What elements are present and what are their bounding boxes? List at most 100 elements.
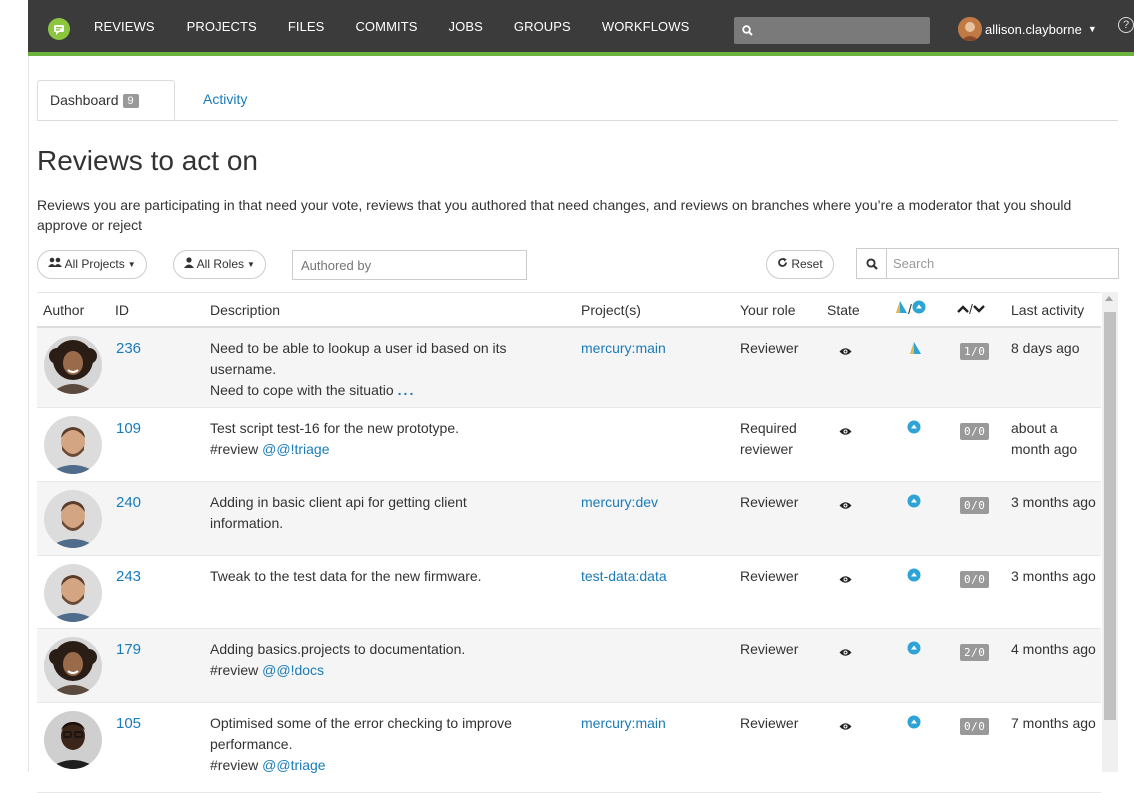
project-link[interactable]: mercury:main xyxy=(581,338,666,359)
project-link[interactable]: test-data:data xyxy=(581,566,667,587)
review-id-link[interactable]: 236 xyxy=(116,338,141,359)
mention-link[interactable]: @@!triage xyxy=(262,441,329,457)
table-row[interactable]: 240 Adding in basic client api for getti… xyxy=(37,482,1101,556)
table-row[interactable]: 109 Test script test-16 for the new prot… xyxy=(37,408,1101,482)
arrow-up-circle-icon[interactable] xyxy=(907,419,921,440)
authored-by-input[interactable] xyxy=(292,250,527,280)
col-last-activity[interactable]: Last activity xyxy=(1011,302,1084,318)
chevron-down-icon: ▼ xyxy=(247,260,255,269)
last-activity-text: 3 months ago xyxy=(1011,494,1096,510)
global-search-input[interactable] xyxy=(734,17,930,44)
users-icon xyxy=(48,257,62,267)
top-navbar: REVIEWS PROJECTS FILES COMMITS JOBS GROU… xyxy=(28,0,1134,56)
arrow-up-circle-icon[interactable] xyxy=(907,493,921,514)
vote-count-badge: 0/0 xyxy=(960,568,990,589)
mention-link[interactable]: @@triage xyxy=(262,757,325,773)
vote-count-badge: 1/0 xyxy=(960,340,990,361)
project-link[interactable]: mercury:main xyxy=(581,713,666,734)
review-id-link[interactable]: 240 xyxy=(116,492,141,513)
avatar[interactable] xyxy=(44,336,102,394)
avatar[interactable] xyxy=(44,564,102,622)
eye-icon xyxy=(839,495,852,516)
avatar[interactable] xyxy=(44,416,102,474)
arrow-up-circle-icon[interactable] xyxy=(907,567,921,588)
project-link[interactable]: mercury:dev xyxy=(581,492,658,513)
table-row[interactable]: 236 Need to be able to lookup a user id … xyxy=(37,328,1101,408)
flag-partial-icon xyxy=(896,301,907,313)
roles-filter-button[interactable]: All Roles ▼ xyxy=(173,250,266,279)
review-description[interactable]: Need to be able to lookup a user id base… xyxy=(210,338,570,401)
expand-description-link[interactable]: ... xyxy=(398,382,416,398)
avatar[interactable] xyxy=(44,711,102,769)
col-projects[interactable]: Project(s) xyxy=(581,302,641,318)
nav-projects[interactable]: PROJECTS xyxy=(187,19,257,34)
reset-label: Reset xyxy=(791,257,823,271)
avatar xyxy=(958,17,982,41)
search-input[interactable] xyxy=(887,249,1124,278)
col-state[interactable]: State xyxy=(827,302,860,318)
arrow-up-circle-icon[interactable] xyxy=(907,714,921,735)
table-header: Author ID Description Project(s) Your ro… xyxy=(37,292,1101,328)
avatar[interactable] xyxy=(44,490,102,548)
role-text: Reviewer xyxy=(740,715,799,731)
table-row[interactable]: 105 Optimised some of the error checking… xyxy=(37,703,1101,793)
role-text: Reviewer xyxy=(740,340,799,356)
table-row[interactable]: 179 Adding basics.projects to documentat… xyxy=(37,629,1101,703)
projects-filter-button[interactable]: All Projects ▼ xyxy=(37,250,147,279)
tab-dashboard[interactable]: Dashboard 9 xyxy=(37,80,175,120)
review-description[interactable]: Optimised some of the error checking to … xyxy=(210,713,570,776)
nav-workflows[interactable]: WORKFLOWS xyxy=(602,19,690,34)
col-description[interactable]: Description xyxy=(210,302,280,318)
avatar[interactable] xyxy=(44,637,102,695)
col-author[interactable]: Author xyxy=(43,302,84,318)
nav-reviews[interactable]: REVIEWS xyxy=(94,19,155,34)
nav-jobs[interactable]: JOBS xyxy=(449,19,483,34)
nav-commits[interactable]: COMMITS xyxy=(355,19,417,34)
review-description[interactable]: Adding in basic client api for getting c… xyxy=(210,492,570,534)
reset-button[interactable]: Reset xyxy=(766,250,834,279)
username: allison.clayborne xyxy=(985,21,1082,37)
tab-activity[interactable]: Activity xyxy=(191,80,259,120)
chevron-down-icon xyxy=(973,305,985,313)
nav-groups[interactable]: GROUPS xyxy=(514,19,571,34)
vote-count-badge: 0/0 xyxy=(960,715,990,736)
tab-bar: Dashboard 9 Activity xyxy=(37,80,1118,121)
review-id-link[interactable]: 179 xyxy=(116,639,141,660)
role-text: Required reviewer xyxy=(740,420,797,457)
review-description[interactable]: Test script test-16 for the new prototyp… xyxy=(210,418,570,460)
help-icon[interactable]: ? xyxy=(1118,17,1134,33)
nav-files[interactable]: FILES xyxy=(288,19,325,34)
col-your-role[interactable]: Your role xyxy=(740,302,796,318)
main-nav: REVIEWS PROJECTS FILES COMMITS JOBS GROU… xyxy=(94,0,720,52)
mention-link[interactable]: @@!docs xyxy=(262,662,324,678)
last-activity-text: 7 months ago xyxy=(1011,715,1096,731)
eye-icon xyxy=(839,716,852,737)
vote-count-badge: 0/0 xyxy=(960,494,990,515)
eye-icon xyxy=(839,642,852,663)
review-id-link[interactable]: 243 xyxy=(116,566,141,587)
col-id[interactable]: ID xyxy=(115,302,129,318)
last-activity-text: about a month ago xyxy=(1011,420,1078,457)
search-icon[interactable] xyxy=(857,249,887,278)
table-row[interactable]: 243 Tweak to the test data for the new f… xyxy=(37,556,1101,629)
eye-icon xyxy=(839,341,852,362)
scrollbar-thumb[interactable] xyxy=(1104,312,1116,720)
flag-partial-icon[interactable] xyxy=(908,340,922,361)
arrow-up-circle-icon[interactable] xyxy=(907,640,921,661)
review-description[interactable]: Tweak to the test data for the new firmw… xyxy=(210,566,570,587)
role-text: Reviewer xyxy=(740,494,799,510)
page-title: Reviews to act on xyxy=(37,145,258,176)
user-menu[interactable]: allison.clayborne ▼ xyxy=(958,17,1097,41)
last-activity-text: 4 months ago xyxy=(1011,641,1096,657)
projects-filter-label: All Projects xyxy=(64,257,125,271)
last-activity-text: 3 months ago xyxy=(1011,568,1096,584)
col-tests[interactable]: / xyxy=(894,300,926,317)
roles-filter-label: All Roles xyxy=(196,257,245,271)
col-votes[interactable]: / xyxy=(957,301,985,317)
review-id-link[interactable]: 105 xyxy=(116,713,141,734)
review-description[interactable]: Adding basics.projects to documentation.… xyxy=(210,639,570,681)
swarm-logo-icon[interactable] xyxy=(48,18,70,40)
review-id-link[interactable]: 109 xyxy=(116,418,141,439)
eye-icon xyxy=(839,421,852,442)
scroll-up-arrow-icon[interactable] xyxy=(1105,296,1113,301)
